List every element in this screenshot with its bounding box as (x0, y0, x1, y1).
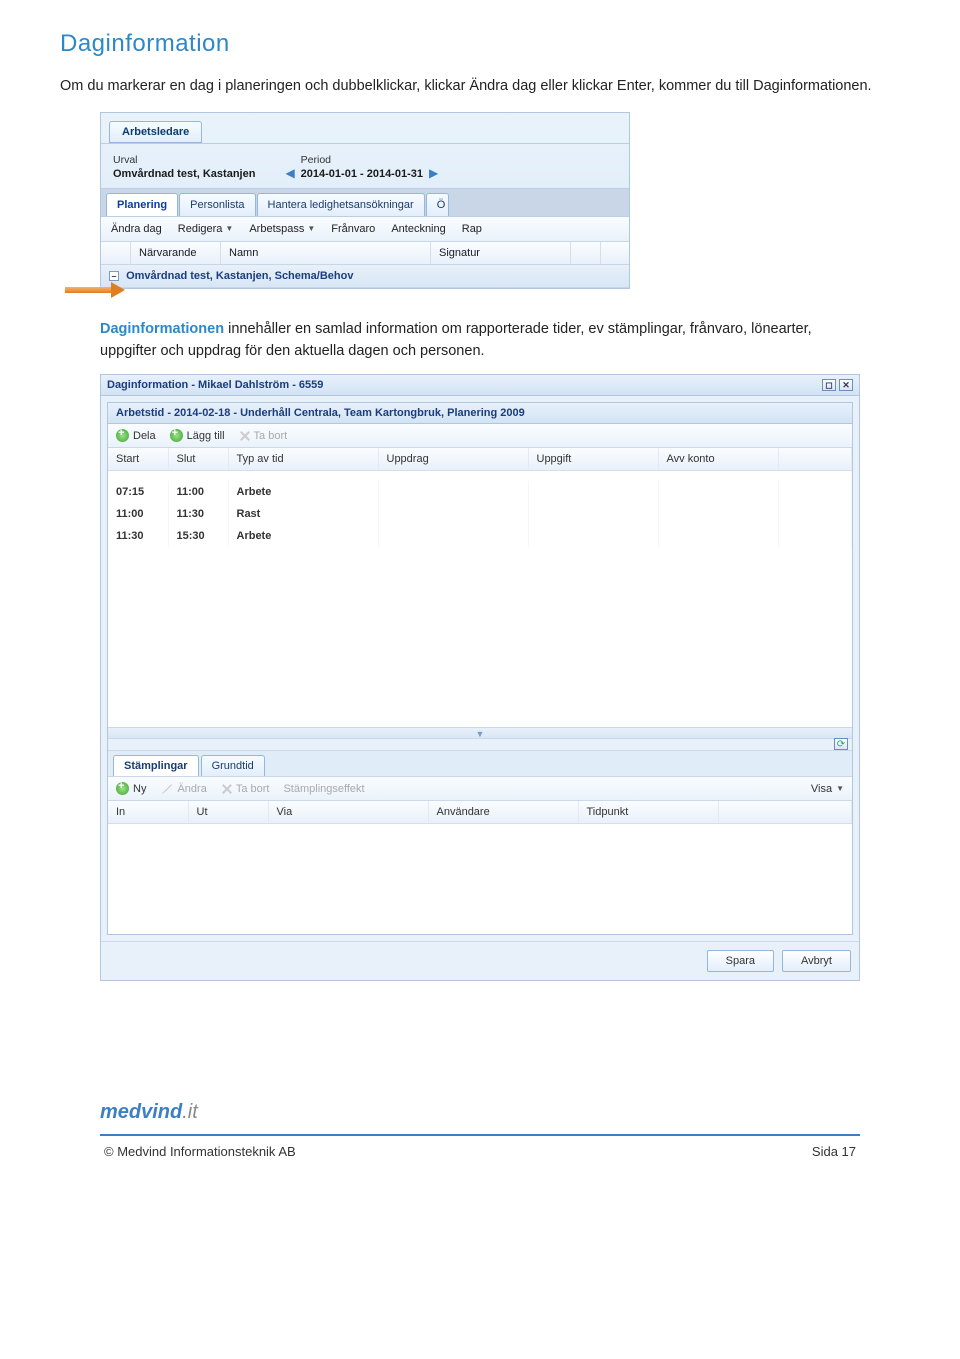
urval-label: Urval (113, 154, 255, 166)
intro-paragraph: Om du markerar en dag i planeringen och … (60, 76, 900, 98)
col-namn[interactable]: Namn (221, 242, 431, 264)
col-signatur[interactable]: Signatur (431, 242, 571, 264)
tab-stamplingar[interactable]: Stämplingar (113, 755, 199, 776)
delete-icon (239, 430, 250, 441)
period-value[interactable]: 2014-01-01 - 2014-01-31 (301, 168, 423, 180)
page-number: Sida 17 (812, 1144, 856, 1159)
period-prev-icon[interactable]: ◀ (285, 166, 294, 180)
window-title: Daginformation - Mikael Dahlström - 6559 (107, 379, 323, 391)
tool-anteckning[interactable]: Anteckning (391, 223, 445, 235)
add-icon (170, 429, 183, 442)
stamplingar-table: In Ut Via Användare Tidpunkt (108, 801, 852, 824)
col-ut[interactable]: Ut (188, 801, 268, 824)
col-slut[interactable]: Slut (168, 448, 228, 471)
tab-arbetsledare[interactable]: Arbetsledare (109, 121, 202, 143)
tool-franvaro[interactable]: Frånvaro (331, 223, 375, 235)
planner-window: Arbetsledare Urval Omvårdnad test, Kasta… (100, 112, 630, 289)
tool-ta-bort-2: Ta bort (221, 782, 270, 795)
col-tidpunkt[interactable]: Tidpunkt (578, 801, 718, 824)
panel-title: Arbetstid - 2014-02-18 - Underhåll Centr… (108, 403, 852, 424)
tab-planering[interactable]: Planering (106, 193, 178, 216)
page-footer: © Medvind Informationsteknik AB Sida 17 (100, 1134, 860, 1159)
table-row[interactable]: 07:1511:00Arbete (108, 481, 852, 503)
tool-stamplingseffekt: Stämplingseffekt (283, 782, 364, 795)
paragraph-2: Daginformationen innehåller en samlad in… (100, 319, 860, 363)
tool-andra-dag[interactable]: Ändra dag (111, 223, 162, 235)
col-via[interactable]: Via (268, 801, 428, 824)
group-row[interactable]: – Omvårdnad test, Kastanjen, Schema/Beho… (101, 265, 629, 288)
splitter-handle[interactable]: ▼ (108, 727, 852, 739)
col-blank2 (571, 242, 601, 264)
medvind-logo: medvind.it (100, 1101, 900, 1124)
tool-andra: Ändra (160, 782, 206, 795)
tool-lagg-till[interactable]: Lägg till (170, 429, 225, 442)
tool-arbetspass[interactable]: Arbetspass▼ (249, 223, 315, 235)
collapse-icon[interactable]: – (109, 271, 119, 281)
cancel-button[interactable]: Avbryt (782, 950, 851, 972)
tool-cut[interactable]: Rap (462, 223, 482, 235)
arbetstid-table: Start Slut Typ av tid Uppdrag Uppgift Av… (108, 448, 852, 547)
tool-visa[interactable]: Visa ▼ (811, 782, 844, 795)
tool-ny[interactable]: Ny (116, 782, 146, 795)
col-start[interactable]: Start (108, 448, 168, 471)
col-blank (101, 242, 131, 264)
chevron-down-icon: ▼ (836, 784, 844, 793)
col-anvandare[interactable]: Användare (428, 801, 578, 824)
chevron-down-icon: ▼ (307, 224, 315, 233)
callout-arrow (65, 284, 125, 296)
tool-ta-bort: Ta bort (239, 429, 288, 442)
copyright: © Medvind Informationsteknik AB (104, 1144, 296, 1159)
col-uppdrag[interactable]: Uppdrag (378, 448, 528, 471)
col-avv[interactable]: Avv konto (658, 448, 778, 471)
col-narvarande[interactable]: Närvarande (131, 242, 221, 264)
urval-value[interactable]: Omvårdnad test, Kastanjen (113, 168, 255, 180)
tool-redigera[interactable]: Redigera▼ (178, 223, 234, 235)
tab-ledighet[interactable]: Hantera ledighetsansökningar (257, 193, 425, 216)
period-label: Period (301, 154, 423, 166)
save-button[interactable]: Spara (707, 950, 774, 972)
period-next-icon[interactable]: ▶ (429, 166, 438, 180)
screenshot-1: Arbetsledare Urval Omvårdnad test, Kasta… (100, 112, 900, 289)
tab-grundtid[interactable]: Grundtid (201, 755, 265, 776)
delete-icon (221, 783, 232, 794)
col-typ[interactable]: Typ av tid (228, 448, 378, 471)
daginformationen-strong: Daginformationen (100, 321, 224, 337)
close-icon[interactable]: ✕ (839, 379, 853, 391)
page-heading: Daginformation (60, 30, 900, 58)
tab-cut[interactable]: Ö (426, 193, 450, 216)
chevron-down-icon: ▼ (225, 224, 233, 233)
maximize-icon[interactable]: ◻ (822, 379, 836, 391)
daginformation-window: Daginformation - Mikael Dahlström - 6559… (100, 374, 860, 981)
edit-icon (160, 782, 173, 795)
add-icon (116, 782, 129, 795)
tab-personlista[interactable]: Personlista (179, 193, 255, 216)
col-uppgift[interactable]: Uppgift (528, 448, 658, 471)
add-icon (116, 429, 129, 442)
refresh-icon[interactable]: ⟳ (834, 738, 848, 750)
table-row[interactable]: 11:0011:30Rast (108, 503, 852, 525)
col-in[interactable]: In (108, 801, 188, 824)
group-label: Omvårdnad test, Kastanjen, Schema/Behov (126, 270, 353, 282)
tool-dela[interactable]: Dela (116, 429, 156, 442)
table-row[interactable]: 11:3015:30Arbete (108, 525, 852, 547)
